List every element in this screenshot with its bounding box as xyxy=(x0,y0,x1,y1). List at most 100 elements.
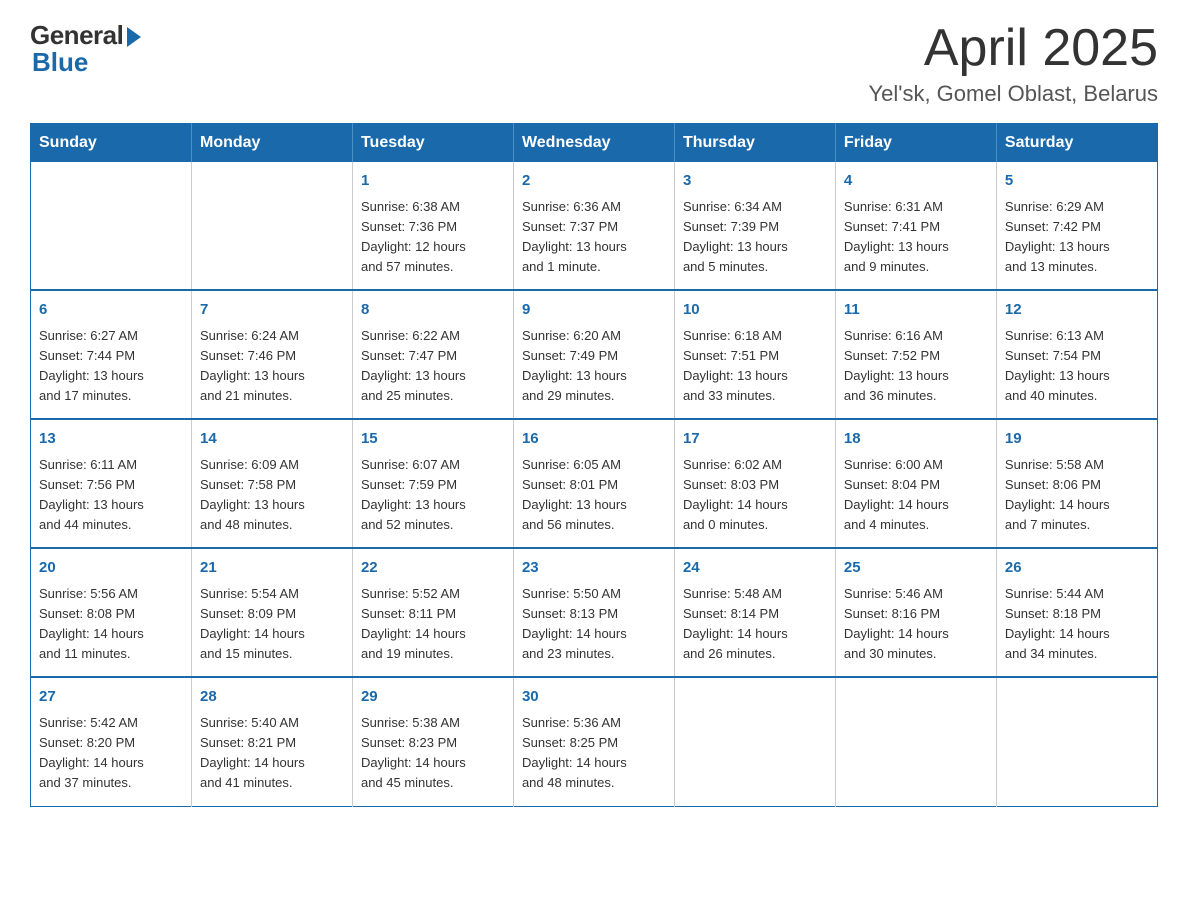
day-info: Sunrise: 6:07 AMSunset: 7:59 PMDaylight:… xyxy=(361,455,505,536)
day-number: 6 xyxy=(39,299,183,322)
weekday-header-monday: Monday xyxy=(191,124,352,163)
day-info: Sunrise: 5:54 AMSunset: 8:09 PMDaylight:… xyxy=(200,584,344,665)
page-header: General Blue April 2025 Yel'sk, Gomel Ob… xyxy=(30,20,1158,107)
calendar-day-19: 19Sunrise: 5:58 AMSunset: 8:06 PMDayligh… xyxy=(996,419,1157,548)
day-info: Sunrise: 6:29 AMSunset: 7:42 PMDaylight:… xyxy=(1005,197,1149,278)
day-number: 27 xyxy=(39,686,183,709)
day-number: 30 xyxy=(522,686,666,709)
calendar-day-10: 10 Sunrise: 6:18 AMSunset: 7:51 PMDayligh… xyxy=(674,290,835,419)
calendar-empty-cell xyxy=(674,677,835,806)
calendar-day-20: 20 Sunrise: 5:56 AMSunset: 8:08 PMDayligh… xyxy=(31,548,192,677)
day-info: Sunrise: 6:13 AMSunset: 7:54 PMDaylight:… xyxy=(1005,326,1149,407)
day-number: 26 xyxy=(1005,557,1149,580)
calendar-day-27: 27 Sunrise: 5:42 AMSunset: 8:20 PMDayligh… xyxy=(31,677,192,806)
day-info: Sunrise: 6:38 AMSunset: 7:36 PMDaylight:… xyxy=(361,197,505,278)
title-section: April 2025 Yel'sk, Gomel Oblast, Belarus xyxy=(868,20,1158,107)
day-info: Sunrise: 6:02 AMSunset: 8:03 PMDaylight:… xyxy=(683,455,827,536)
day-number: 17 xyxy=(683,428,827,451)
calendar-day-6: 6 Sunrise: 6:27 AMSunset: 7:44 PMDaylight… xyxy=(31,290,192,419)
calendar-day-11: 11 Sunrise: 6:16 AMSunset: 7:52 PMDayligh… xyxy=(835,290,996,419)
day-number: 20 xyxy=(39,557,183,580)
day-number: 21 xyxy=(200,557,344,580)
day-number: 7 xyxy=(200,299,344,322)
calendar-week-row: 20 Sunrise: 5:56 AMSunset: 8:08 PMDayligh… xyxy=(31,548,1158,677)
day-number: 9 xyxy=(522,299,666,322)
calendar-day-22: 22 Sunrise: 5:52 AMSunset: 8:11 PMDayligh… xyxy=(352,548,513,677)
day-info: Sunrise: 6:27 AMSunset: 7:44 PMDaylight:… xyxy=(39,326,183,407)
day-info: Sunrise: 6:16 AMSunset: 7:52 PMDaylight:… xyxy=(844,326,988,407)
calendar-day-9: 9Sunrise: 6:20 AMSunset: 7:49 PMDaylight… xyxy=(513,290,674,419)
day-info: Sunrise: 6:24 AMSunset: 7:46 PMDaylight:… xyxy=(200,326,344,407)
day-number: 11 xyxy=(844,299,988,322)
day-number: 12 xyxy=(1005,299,1149,322)
calendar-day-5: 5 Sunrise: 6:29 AMSunset: 7:42 PMDaylight… xyxy=(996,162,1157,290)
calendar-empty-cell xyxy=(996,677,1157,806)
day-number: 22 xyxy=(361,557,505,580)
logo: General Blue xyxy=(30,20,141,78)
weekday-header-thursday: Thursday xyxy=(674,124,835,163)
day-info: Sunrise: 5:48 AMSunset: 8:14 PMDaylight:… xyxy=(683,584,827,665)
day-number: 23 xyxy=(522,557,666,580)
day-info: Sunrise: 5:56 AMSunset: 8:08 PMDaylight:… xyxy=(39,584,183,665)
day-number: 18 xyxy=(844,428,988,451)
calendar-day-29: 29Sunrise: 5:38 AMSunset: 8:23 PMDayligh… xyxy=(352,677,513,806)
calendar-day-13: 13 Sunrise: 6:11 AMSunset: 7:56 PMDayligh… xyxy=(31,419,192,548)
day-info: Sunrise: 6:11 AMSunset: 7:56 PMDaylight:… xyxy=(39,455,183,536)
calendar-empty-cell xyxy=(31,162,192,290)
calendar-day-24: 24 Sunrise: 5:48 AMSunset: 8:14 PMDayligh… xyxy=(674,548,835,677)
day-number: 15 xyxy=(361,428,505,451)
day-number: 24 xyxy=(683,557,827,580)
main-title: April 2025 xyxy=(868,20,1158,77)
calendar-day-23: 23 Sunrise: 5:50 AMSunset: 8:13 PMDayligh… xyxy=(513,548,674,677)
day-number: 28 xyxy=(200,686,344,709)
day-number: 25 xyxy=(844,557,988,580)
logo-arrow-icon xyxy=(127,27,141,47)
day-number: 1 xyxy=(361,170,505,193)
day-number: 2 xyxy=(522,170,666,193)
day-info: Sunrise: 6:31 AMSunset: 7:41 PMDaylight:… xyxy=(844,197,988,278)
day-info: Sunrise: 6:36 AMSunset: 7:37 PMDaylight:… xyxy=(522,197,666,278)
day-number: 13 xyxy=(39,428,183,451)
weekday-header-saturday: Saturday xyxy=(996,124,1157,163)
day-info: Sunrise: 5:38 AMSunset: 8:23 PMDaylight:… xyxy=(361,713,505,794)
day-info: Sunrise: 6:09 AMSunset: 7:58 PMDaylight:… xyxy=(200,455,344,536)
day-info: Sunrise: 6:05 AMSunset: 8:01 PMDaylight:… xyxy=(522,455,666,536)
calendar-day-4: 4 Sunrise: 6:31 AMSunset: 7:41 PMDaylight… xyxy=(835,162,996,290)
calendar-day-14: 14 Sunrise: 6:09 AMSunset: 7:58 PMDayligh… xyxy=(191,419,352,548)
day-info: Sunrise: 6:22 AMSunset: 7:47 PMDaylight:… xyxy=(361,326,505,407)
day-number: 10 xyxy=(683,299,827,322)
day-info: Sunrise: 6:00 AMSunset: 8:04 PMDaylight:… xyxy=(844,455,988,536)
day-info: Sunrise: 5:40 AMSunset: 8:21 PMDaylight:… xyxy=(200,713,344,794)
calendar-day-26: 26 Sunrise: 5:44 AMSunset: 8:18 PMDayligh… xyxy=(996,548,1157,677)
calendar-day-2: 2 Sunrise: 6:36 AMSunset: 7:37 PMDaylight… xyxy=(513,162,674,290)
day-info: Sunrise: 5:52 AMSunset: 8:11 PMDaylight:… xyxy=(361,584,505,665)
calendar-day-12: 12 Sunrise: 6:13 AMSunset: 7:54 PMDayligh… xyxy=(996,290,1157,419)
logo-blue-text: Blue xyxy=(32,47,88,77)
day-info: Sunrise: 5:36 AMSunset: 8:25 PMDaylight:… xyxy=(522,713,666,794)
weekday-header-tuesday: Tuesday xyxy=(352,124,513,163)
calendar-week-row: 1 Sunrise: 6:38 AMSunset: 7:36 PMDaylight… xyxy=(31,162,1158,290)
day-info: Sunrise: 5:44 AMSunset: 8:18 PMDaylight:… xyxy=(1005,584,1149,665)
subtitle: Yel'sk, Gomel Oblast, Belarus xyxy=(868,81,1158,107)
day-info: Sunrise: 5:42 AMSunset: 8:20 PMDaylight:… xyxy=(39,713,183,794)
day-info: Sunrise: 5:50 AMSunset: 8:13 PMDaylight:… xyxy=(522,584,666,665)
day-number: 4 xyxy=(844,170,988,193)
calendar-day-30: 30 Sunrise: 5:36 AMSunset: 8:25 PMDayligh… xyxy=(513,677,674,806)
calendar-day-17: 17 Sunrise: 6:02 AMSunset: 8:03 PMDayligh… xyxy=(674,419,835,548)
weekday-header-wednesday: Wednesday xyxy=(513,124,674,163)
calendar-day-15: 15 Sunrise: 6:07 AMSunset: 7:59 PMDayligh… xyxy=(352,419,513,548)
calendar-week-row: 27 Sunrise: 5:42 AMSunset: 8:20 PMDayligh… xyxy=(31,677,1158,806)
day-number: 5 xyxy=(1005,170,1149,193)
day-number: 14 xyxy=(200,428,344,451)
calendar-day-16: 16Sunrise: 6:05 AMSunset: 8:01 PMDayligh… xyxy=(513,419,674,548)
calendar-day-28: 28 Sunrise: 5:40 AMSunset: 8:21 PMDayligh… xyxy=(191,677,352,806)
calendar-empty-cell xyxy=(835,677,996,806)
weekday-header-sunday: Sunday xyxy=(31,124,192,163)
calendar-week-row: 13 Sunrise: 6:11 AMSunset: 7:56 PMDayligh… xyxy=(31,419,1158,548)
day-info: Sunrise: 5:58 AMSunset: 8:06 PMDaylight:… xyxy=(1005,455,1149,536)
calendar-header-row: SundayMondayTuesdayWednesdayThursdayFrid… xyxy=(31,124,1158,163)
calendar-day-3: 3Sunrise: 6:34 AMSunset: 7:39 PMDaylight… xyxy=(674,162,835,290)
calendar-week-row: 6 Sunrise: 6:27 AMSunset: 7:44 PMDaylight… xyxy=(31,290,1158,419)
day-info: Sunrise: 6:18 AMSunset: 7:51 PMDaylight:… xyxy=(683,326,827,407)
calendar-day-8: 8Sunrise: 6:22 AMSunset: 7:47 PMDaylight… xyxy=(352,290,513,419)
